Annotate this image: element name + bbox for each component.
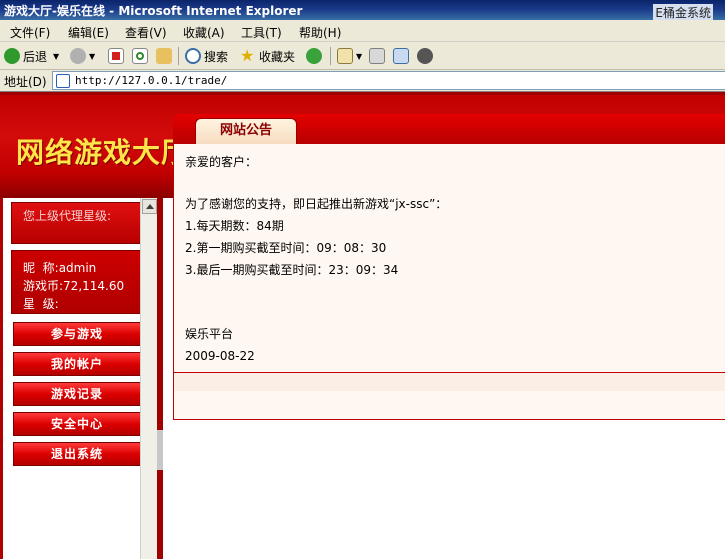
stop-button[interactable] [108, 46, 127, 66]
web-page: 网络游戏大厅 您上级代理星级: 昵 称:admin 游戏币:72,114.60 … [0, 92, 725, 559]
stars-label: 星 级: [23, 297, 59, 311]
search-button[interactable]: 搜索 [185, 46, 228, 66]
back-arrow-icon [4, 48, 20, 64]
address-input[interactable]: http://127.0.0.1/trade/ [52, 71, 725, 90]
address-bar: 地址(D) http://127.0.0.1/trade/ [0, 70, 725, 92]
mail-dropdown-icon[interactable]: ▼ [356, 52, 362, 61]
refresh-icon [132, 48, 148, 64]
agent-rank-label: 您上级代理星级: [23, 209, 112, 223]
home-button[interactable] [156, 46, 175, 66]
window-title-right-label: E桶金系统 [653, 4, 713, 21]
announcement-date: 2009-08-22 [185, 349, 255, 363]
history-button[interactable] [306, 46, 325, 66]
nav-game-records-button[interactable]: 游戏记录 [13, 382, 141, 406]
home-icon [156, 48, 172, 64]
site-logo: 网络游戏大厅 [16, 136, 191, 169]
agent-rank-box: 您上级代理星级: [11, 202, 141, 244]
forward-button[interactable]: ▼ [70, 46, 95, 66]
address-label: 地址(D) [4, 75, 47, 89]
mail-icon [337, 48, 353, 64]
menu-favorites[interactable]: 收藏(A) [183, 24, 225, 41]
search-label: 搜索 [204, 49, 229, 64]
coins-label: 游戏币: [23, 279, 64, 293]
announcement-body: 亲爱的客户： 为了感谢您的支持，即日起推出新游戏“jx-ssc”： 1.每天期数… [173, 144, 725, 420]
window-title: 游戏大厅-娱乐在线 - Microsoft Internet Explorer [4, 4, 303, 18]
menu-tools[interactable]: 工具(T) [241, 24, 282, 41]
nav-logout-button[interactable]: 退出系统 [13, 442, 141, 466]
announcement-greeting: 亲爱的客户： [185, 155, 258, 169]
favorites-label: 收藏夹 [259, 49, 296, 64]
stars-row: 星 级: [23, 295, 59, 312]
messenger-icon [417, 48, 433, 64]
page-icon [56, 74, 70, 88]
scroll-up-icon[interactable] [142, 199, 157, 214]
menu-file[interactable]: 文件(F) [10, 24, 50, 41]
search-icon [185, 48, 201, 64]
messenger-button[interactable] [417, 46, 436, 66]
print-icon [369, 48, 385, 64]
edit-icon [393, 48, 409, 64]
announcement-item-2: 2.第一期购买截至时间：09：08：30 [185, 241, 387, 255]
announcement-signature: 娱乐平台 [185, 327, 234, 341]
back-label: 后退 [23, 49, 48, 64]
address-url: http://127.0.0.1/trade/ [75, 74, 228, 87]
user-info-box: 昵 称:admin 游戏币:72,114.60 星 级: [11, 250, 141, 314]
announcement-panel: 网站公告 亲爱的客户： 为了感谢您的支持，即日起推出新游戏“jx-ssc”： 1… [173, 114, 725, 420]
nav-my-account-button[interactable]: 我的帐户 [13, 352, 141, 376]
window-title-bar: 游戏大厅-娱乐在线 - Microsoft Internet Explorer … [0, 0, 725, 21]
forward-arrow-icon [70, 48, 86, 64]
nickname-row: 昵 称:admin [23, 259, 96, 276]
coins-value: 72,114.60 [63, 279, 125, 293]
back-dropdown-icon[interactable]: ▼ [53, 52, 59, 61]
announcement-item-1: 1.每天期数：84期 [185, 219, 284, 233]
announcement-item-3: 3.最后一期购买截至时间：23：09：34 [185, 263, 399, 277]
mail-button[interactable]: ▼ [337, 46, 362, 66]
sidebar-scrollbar[interactable] [140, 198, 157, 559]
menu-view[interactable]: 查看(V) [125, 24, 167, 41]
coins-row: 游戏币:72,114.60 [23, 277, 124, 294]
nickname-value: admin [58, 261, 97, 275]
toolbar: 后退 ▼ ▼ 搜索 ★ 收藏夹 ▼ [0, 42, 725, 70]
menu-edit[interactable]: 编辑(E) [68, 24, 109, 41]
nav-join-game-button[interactable]: 参与游戏 [13, 322, 141, 346]
nav-security-center-button[interactable]: 安全中心 [13, 412, 141, 436]
announcement-intro: 为了感谢您的支持，即日起推出新游戏“jx-ssc”： [185, 197, 448, 211]
tab-announcement[interactable]: 网站公告 [195, 118, 297, 144]
history-icon [306, 48, 322, 64]
menu-bar: 文件(F) 编辑(E) 查看(V) 收藏(A) 工具(T) 帮助(H) [0, 20, 725, 42]
menu-help[interactable]: 帮助(H) [299, 24, 341, 41]
favorites-button[interactable]: ★ 收藏夹 [240, 46, 295, 66]
announcement-header: 网站公告 [173, 114, 725, 144]
back-button[interactable]: 后退 ▼ [4, 46, 59, 66]
refresh-button[interactable] [132, 46, 151, 66]
forward-dropdown-icon[interactable]: ▼ [89, 52, 95, 61]
edit-button[interactable] [393, 46, 412, 66]
print-button[interactable] [369, 46, 388, 66]
star-icon: ★ [240, 46, 255, 65]
stop-icon [108, 48, 124, 64]
nickname-label: 昵 称: [23, 261, 59, 275]
left-sidebar: 您上级代理星级: 昵 称:admin 游戏币:72,114.60 星 级: 参与… [0, 198, 157, 559]
